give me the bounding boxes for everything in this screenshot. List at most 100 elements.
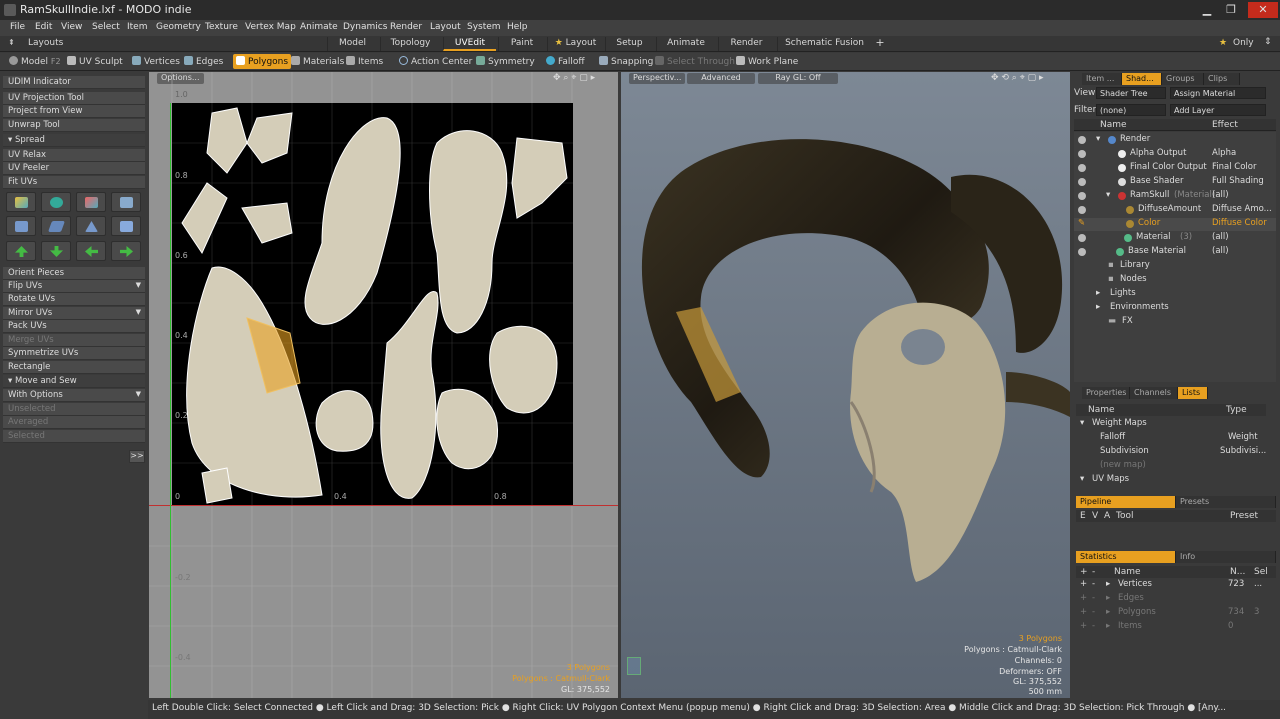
uv-relax-button[interactable]: UV Relax — [3, 149, 145, 162]
minimize-button[interactable]: ▁ — [1196, 2, 1218, 18]
filter-dropdown[interactable]: (none) — [1096, 104, 1166, 116]
shader-row-diffuse-amount[interactable]: DiffuseAmount Diffuse Amo... — [1074, 204, 1276, 217]
tab-channels[interactable]: Channels — [1130, 387, 1178, 399]
tab-info[interactable]: Info — [1176, 551, 1276, 563]
uv-tool-6-button[interactable] — [41, 216, 71, 236]
perspective-viewport[interactable]: Perspectiv... Advanced Ray GL: Off ✥ ⟲ ⌕… — [621, 72, 1070, 698]
visibility-eye-icon[interactable] — [1078, 150, 1086, 158]
visibility-eye-icon[interactable] — [1078, 248, 1086, 256]
shader-row-environments[interactable]: ▸ Environments — [1074, 302, 1276, 315]
stats-row-vertices[interactable]: + - ▸ Vertices 723... — [1076, 579, 1276, 592]
falloff-button[interactable]: Falloff — [543, 54, 588, 69]
align-up-button[interactable] — [6, 241, 36, 261]
project-from-view-button[interactable]: Project from View — [3, 105, 145, 118]
selected-button[interactable]: Selected — [3, 430, 145, 443]
unselected-button[interactable]: Unselected — [3, 403, 145, 416]
tab-model[interactable]: Model — [327, 37, 377, 51]
list-row-uv-maps[interactable]: ▾ UV Maps — [1076, 474, 1266, 487]
shader-row-base-material[interactable]: Base Material (all) — [1074, 246, 1276, 259]
menu-file[interactable]: File — [10, 22, 25, 32]
udim-indicator-button[interactable]: UDIM Indicator — [3, 76, 145, 89]
align-down-button[interactable] — [41, 241, 71, 261]
menu-dynamics[interactable]: Dynamics — [343, 22, 387, 32]
visibility-eye-icon[interactable] — [1078, 178, 1086, 186]
edges-button[interactable]: Edges — [181, 54, 226, 69]
add-layer-dropdown[interactable]: Add Layer — [1170, 104, 1266, 116]
add-icon[interactable]: + — [1080, 567, 1088, 577]
shader-row-base-shader[interactable]: Base Shader Full Shading — [1074, 176, 1276, 189]
tab-groups[interactable]: Groups — [1162, 73, 1204, 85]
uv-projection-tool-button[interactable]: UV Projection Tool — [3, 92, 145, 105]
tab-presets[interactable]: Presets — [1176, 496, 1276, 508]
tab-properties[interactable]: Properties — [1082, 387, 1130, 399]
menu-view[interactable]: View — [61, 22, 82, 32]
action-center-button[interactable]: Action Center — [396, 54, 475, 69]
tab-item-list[interactable]: Item ... — [1082, 73, 1122, 85]
menu-geometry[interactable]: Geometry — [156, 22, 201, 32]
tab-layout[interactable]: ★ Layout — [547, 37, 603, 51]
menu-animate[interactable]: Animate — [300, 22, 338, 32]
menu-help[interactable]: Help — [507, 22, 528, 32]
visibility-eye-icon[interactable] — [1078, 192, 1086, 200]
shader-row-alpha-output[interactable]: Alpha Output Alpha — [1074, 148, 1276, 161]
menu-render[interactable]: Render — [390, 22, 422, 32]
flip-uvs-button[interactable]: Flip UVs ▼ — [3, 280, 145, 293]
remove-icon[interactable]: - — [1092, 567, 1095, 577]
uv-sculpt-button[interactable]: UV Sculpt — [64, 54, 126, 69]
list-row-falloff[interactable]: Falloff Weight — [1076, 432, 1266, 445]
orient-pieces-button[interactable]: Orient Pieces — [3, 267, 145, 280]
uv-tool-7-button[interactable] — [76, 216, 106, 236]
move-and-sew-header[interactable]: ▾ Move and Sew — [3, 375, 145, 388]
menu-vertex-map[interactable]: Vertex Map — [245, 22, 296, 32]
transform-uv-button[interactable] — [111, 192, 141, 212]
tab-uvedit[interactable]: UVEdit — [443, 37, 496, 51]
materials-button[interactable]: Materials — [288, 54, 347, 69]
spread-header[interactable]: ▾ Spread — [3, 134, 145, 147]
snapping-button[interactable]: Snapping — [596, 54, 656, 69]
tab-render[interactable]: Render — [718, 37, 774, 51]
stats-row-items[interactable]: + - ▸ Items 0 — [1076, 621, 1276, 634]
pack-uvs-button[interactable]: Pack UVs — [3, 320, 145, 333]
menu-edit[interactable]: Edit — [35, 22, 52, 32]
menu-item[interactable]: Item — [127, 22, 148, 32]
uv-peeler-button[interactable]: UV Peeler — [3, 162, 145, 175]
items-button[interactable]: Items — [343, 54, 386, 69]
list-row-new-map[interactable]: (new map) — [1076, 460, 1266, 473]
work-plane-button[interactable]: Work Plane — [733, 54, 801, 69]
symmetry-button[interactable]: Symmetry — [473, 54, 538, 69]
unwrap-tool-button[interactable]: Unwrap Tool — [3, 119, 145, 132]
polygons-button[interactable]: Polygons — [233, 54, 292, 69]
visibility-eye-icon[interactable] — [1078, 164, 1086, 172]
visibility-eye-icon[interactable] — [1078, 136, 1086, 144]
select-through-button[interactable]: Select Through — [652, 54, 738, 69]
visibility-eye-icon[interactable] — [1078, 234, 1086, 242]
close-button[interactable]: ✕ — [1248, 2, 1278, 18]
edit-brush-icon[interactable]: ✎ — [1078, 218, 1085, 228]
shader-row-lights[interactable]: ▸ Lights — [1074, 288, 1276, 301]
rectangle-button[interactable]: Rectangle — [3, 361, 145, 374]
shader-row-material[interactable]: Material (3) (all) — [1074, 232, 1276, 245]
menu-system[interactable]: System — [467, 22, 501, 32]
uv-tool-5-button[interactable] — [6, 216, 36, 236]
stats-row-edges[interactable]: + - ▸ Edges — [1076, 593, 1276, 606]
visibility-eye-icon[interactable] — [1078, 206, 1086, 214]
scale-uv-button[interactable] — [76, 192, 106, 212]
add-tab-button[interactable]: + — [872, 35, 888, 49]
vertices-button[interactable]: Vertices — [129, 54, 183, 69]
model-mode-button[interactable]: Model F2 — [6, 54, 64, 69]
expand-panel-button[interactable]: >> — [129, 450, 145, 463]
move-uv-button[interactable] — [6, 192, 36, 212]
list-row-subdivision[interactable]: Subdivision Subdivisi... — [1076, 446, 1266, 459]
stats-row-polygons[interactable]: + - ▸ Polygons 734 3 — [1076, 607, 1276, 620]
layouts-dropdown[interactable]: Layouts — [28, 38, 63, 48]
shader-row-final-color-output[interactable]: Final Color Output Final Color — [1074, 162, 1276, 175]
align-right-button[interactable] — [111, 241, 141, 261]
shader-row-fx[interactable]: ▬ FX — [1074, 316, 1276, 329]
tab-pipeline[interactable]: Pipeline — [1076, 496, 1176, 508]
symmetrize-uvs-button[interactable]: Symmetrize UVs — [3, 347, 145, 360]
shader-row-ramskull-material[interactable]: ▾ RamSkull (Material) (all) — [1074, 190, 1276, 203]
averaged-button[interactable]: Averaged — [3, 416, 145, 429]
align-left-button[interactable] — [76, 241, 106, 261]
tab-setup[interactable]: Setup — [605, 37, 653, 51]
shader-row-library[interactable]: ▪ Library — [1074, 260, 1276, 273]
